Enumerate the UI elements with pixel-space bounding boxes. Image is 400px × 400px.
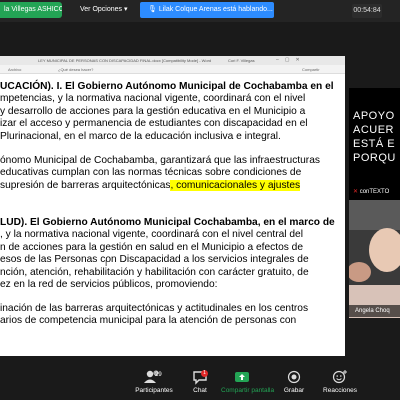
record-button[interactable]: Grabar bbox=[282, 368, 306, 394]
participant-video-icon bbox=[349, 200, 400, 318]
video-tile-participant[interactable] bbox=[349, 200, 400, 318]
meeting-toolbar: 29 Participantes 1 Chat Compartir pantal… bbox=[0, 366, 400, 400]
doc-line: inación de las barreras arquitectónicas … bbox=[0, 303, 309, 314]
doc-line: educativas cumplan con las normas técnic… bbox=[0, 167, 302, 179]
active-speaker-banner: 🎙 Lilak Colque Arenas está hablando... bbox=[140, 2, 274, 18]
word-user: Cori F. Villegas bbox=[228, 58, 255, 63]
share-screen-icon bbox=[235, 372, 249, 382]
muted-mic-icon: ✕ bbox=[353, 189, 359, 195]
meeting-timer: 00:54:84 bbox=[352, 4, 382, 18]
microphone-icon: 🎙 bbox=[148, 6, 157, 13]
chat-badge: 1 bbox=[201, 370, 208, 377]
caption-line: PORQU bbox=[353, 152, 396, 164]
ribbon-file-tab[interactable]: Archivo bbox=[8, 67, 21, 72]
doc-line-text: supresión de barreras arquitectónicas bbox=[0, 179, 171, 191]
doc-line: supresión de barreras arquitectónicas, c… bbox=[0, 179, 340, 192]
text-cursor-icon: I bbox=[105, 259, 108, 268]
doc-line: mpetencias, y la normativa nacional vige… bbox=[0, 93, 306, 105]
chat-button[interactable]: 1 Chat bbox=[188, 368, 212, 394]
highlighted-text: , comunicacionales y ajustes bbox=[170, 179, 301, 191]
doc-line: arios de competencia municipal para la a… bbox=[0, 315, 297, 327]
record-label: Grabar bbox=[283, 387, 305, 394]
participants-button[interactable]: 29 Participantes bbox=[132, 368, 176, 394]
doc-line: n de acciones para la gestión en salud e… bbox=[0, 241, 303, 253]
doc-line: ez en la red de servicios públicos, prom… bbox=[0, 279, 218, 290]
doc-line: Plurinacional, en el marco de la educaci… bbox=[0, 130, 281, 142]
caption-line: APOYO bbox=[353, 110, 395, 122]
reactions-button[interactable]: Reacciones bbox=[322, 368, 358, 394]
shared-screen: LEY MUNICIPAL DE PERSONAS CON DISCAPACID… bbox=[0, 56, 345, 356]
doc-line: , y la normativa nacional vigente, coord… bbox=[0, 229, 303, 241]
participants-label: Participantes bbox=[135, 387, 173, 394]
participants-icon bbox=[144, 370, 159, 383]
window-controls-icon[interactable]: –▢✕ bbox=[276, 57, 306, 63]
word-ribbon: Archivo ¿Qué desea hacer? Compartir bbox=[0, 65, 345, 74]
caption-line: ACUER bbox=[353, 124, 395, 136]
doc-line: nción, atención, rehabilitación y habili… bbox=[0, 266, 309, 278]
document-title: LEY MUNICIPAL DE PERSONAS CON DISCAPACID… bbox=[38, 58, 212, 63]
doc-line: izar el acceso y permanencia de estudian… bbox=[0, 118, 308, 130]
reactions-icon bbox=[332, 370, 347, 384]
reactions-label: Reacciones bbox=[323, 387, 357, 394]
doc-line: ónomo Municipal de Cochabamba, garantiza… bbox=[0, 155, 320, 166]
word-title-bar: LEY MUNICIPAL DE PERSONAS CON DISCAPACID… bbox=[0, 56, 345, 65]
share-screen-button[interactable]: Compartir pantalla bbox=[221, 368, 274, 394]
view-options-label: Ver Opciones bbox=[80, 6, 123, 13]
chevron-down-icon: ▾ bbox=[123, 6, 128, 13]
doc-line: y desarrollo de acciones para la gestión… bbox=[0, 105, 306, 117]
record-icon bbox=[287, 370, 301, 384]
doc-line: esos de las Personas con Discapacidad a … bbox=[0, 254, 309, 266]
view-options-menu[interactable]: Ver Opciones ▾ bbox=[80, 3, 128, 17]
ribbon-share-button[interactable]: Compartir bbox=[302, 67, 320, 72]
video-tile-context[interactable]: APOYO ACUER ESTÁ E PORQU bbox=[349, 88, 400, 200]
caption-line: ESTÁ E bbox=[353, 138, 396, 150]
share-screen-label: Compartir pantalla bbox=[221, 387, 275, 394]
participant-name: conTEXTO bbox=[359, 189, 390, 195]
participants-count: 29 bbox=[155, 372, 162, 378]
video-tile-name: ✕ conTEXTO bbox=[349, 186, 400, 198]
ribbon-search[interactable]: ¿Qué desea hacer? bbox=[58, 67, 93, 72]
meeting-top-bar: la Villegas ASHICO Ver Opciones ▾ 🎙 Lila… bbox=[0, 0, 400, 22]
doc-line: UCACIÓN). I. El Gobierno Autónomo Munici… bbox=[0, 81, 334, 92]
active-speaker-text: Lilak Colque Arenas está hablando... bbox=[158, 6, 273, 13]
doc-line: LUD). El Gobierno Autónomo Municipal Coc… bbox=[0, 217, 335, 228]
chat-label: Chat bbox=[193, 387, 207, 394]
video-tile-name: Angela Choq bbox=[349, 305, 400, 317]
sharer-name-pill[interactable]: la Villegas ASHICO bbox=[0, 2, 62, 18]
